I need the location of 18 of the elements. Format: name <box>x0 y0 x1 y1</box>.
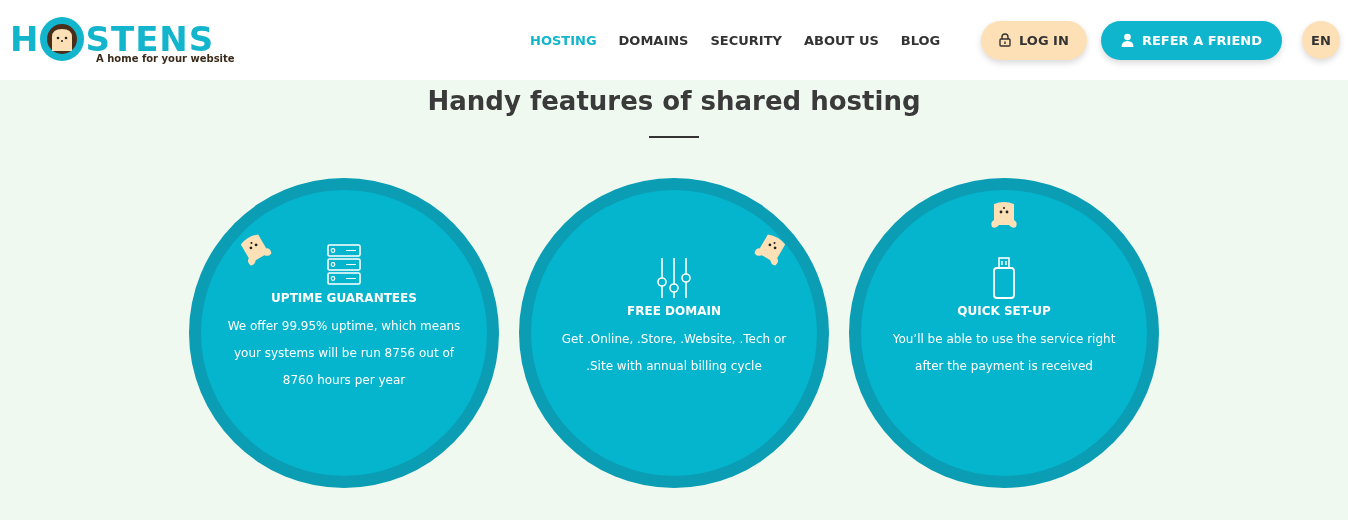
feature-description: We offer 99.95% uptime, which means your systems will be run 8756 out of 8760 hours per year <box>226 317 462 389</box>
hedgehog-logo-icon[interactable] <box>40 16 85 61</box>
login-button[interactable]: LOG IN <box>980 20 1087 60</box>
feature-title: QUICK SET-UP <box>957 304 1051 318</box>
section-title: Handy features of shared hosting <box>427 86 921 116</box>
feature-title: FREE DOMAIN <box>627 304 721 318</box>
nav-link[interactable]: DOMAINS <box>618 32 689 48</box>
logo-tagline: A home for your website <box>96 52 236 64</box>
lock-icon <box>999 33 1012 47</box>
nav-link[interactable]: BLOG <box>900 32 941 48</box>
feature-description: Get .Online, .Store, .Website, .Tech or .Site with annual billing cycle <box>560 331 788 375</box>
feature-description: You’ll be able to use the service right after the payment is received <box>891 331 1117 375</box>
feature-title: UPTIME GUARANTEES <box>271 290 417 305</box>
nav-link[interactable]: SECURITY <box>710 32 782 48</box>
nav-link[interactable]: ABOUT US <box>803 32 879 48</box>
language-button[interactable]: EN <box>1302 21 1340 59</box>
hedgehog-icon <box>988 200 1020 230</box>
user-icon <box>1120 33 1134 47</box>
